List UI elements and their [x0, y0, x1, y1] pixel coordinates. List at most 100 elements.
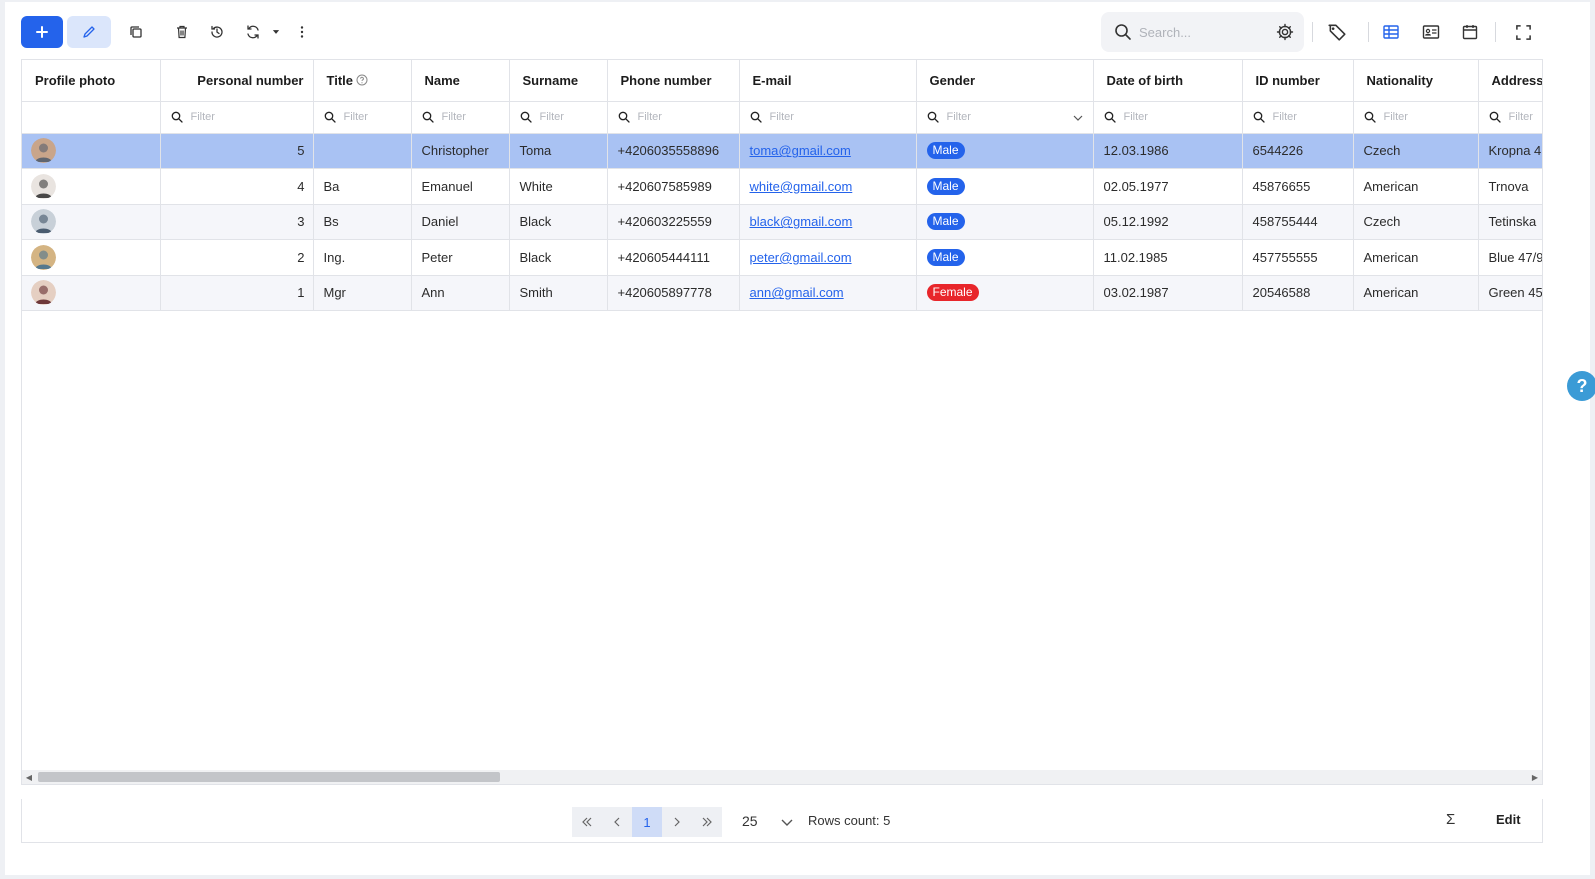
next-page-button[interactable]: [662, 807, 692, 837]
copy-button[interactable]: [122, 16, 150, 48]
column-filter-input[interactable]: [539, 111, 606, 123]
column-header-profile-photo[interactable]: Profile photo: [22, 60, 161, 102]
column-header-phone-number[interactable]: Phone number: [607, 60, 740, 102]
cell-id-number[interactable]: 6544226: [1242, 133, 1354, 169]
cell-name[interactable]: Peter: [411, 239, 510, 276]
column-filter-input[interactable]: [190, 111, 312, 123]
cell-gender[interactable]: Male: [916, 168, 1094, 205]
cell-date-of-birth[interactable]: 03.02.1987: [1093, 275, 1243, 311]
column-header-address[interactable]: Address: [1478, 60, 1542, 102]
edit-button[interactable]: [67, 16, 111, 48]
page-button-current[interactable]: 1: [632, 807, 662, 837]
cell-id-number[interactable]: 458755444: [1242, 204, 1354, 240]
delete-button[interactable]: [168, 16, 196, 48]
email-link[interactable]: ann@gmail.com: [750, 285, 844, 300]
cell-address[interactable]: Green 45: [1478, 275, 1542, 311]
scroll-left-icon[interactable]: ◀: [22, 770, 36, 784]
cell-surname[interactable]: Smith: [509, 275, 608, 311]
cell-phone[interactable]: +4206035558896: [607, 133, 740, 169]
cell-personal-number[interactable]: 3: [160, 204, 314, 240]
cell-address[interactable]: Blue 47/9: [1478, 239, 1542, 276]
cell-phone[interactable]: +420605897778: [607, 275, 740, 311]
cell-name[interactable]: Daniel: [411, 204, 510, 240]
column-header-id-number[interactable]: ID number: [1242, 60, 1354, 102]
fullscreen-button[interactable]: [1509, 16, 1537, 48]
scroll-right-icon[interactable]: ▶: [1528, 770, 1542, 784]
column-filter-input[interactable]: [769, 111, 915, 123]
cell-title[interactable]: Mgr: [313, 275, 412, 311]
cell-gender[interactable]: Female: [916, 275, 1094, 311]
cell-address[interactable]: Trnova: [1478, 168, 1542, 205]
scrollbar-thumb[interactable]: [38, 772, 500, 782]
cell-surname[interactable]: Toma: [509, 133, 608, 169]
cell-personal-number[interactable]: 4: [160, 168, 314, 205]
table-row[interactable]: 4 Ba Emanuel White +420607585989 white@gmail.…: [22, 168, 1542, 205]
tags-button[interactable]: [1323, 16, 1351, 48]
cell-gender[interactable]: Male: [916, 133, 1094, 169]
calendar-view-button[interactable]: [1456, 16, 1484, 48]
cell-id-number[interactable]: 45876655: [1242, 168, 1354, 205]
cell-personal-number[interactable]: 5: [160, 133, 314, 169]
column-header-personal-number[interactable]: Personal number: [160, 60, 314, 102]
column-header-name[interactable]: Name: [411, 60, 510, 102]
column-header-date-of-birth[interactable]: Date of birth: [1093, 60, 1243, 102]
more-button[interactable]: [290, 16, 314, 48]
column-header-surname[interactable]: Surname: [509, 60, 608, 102]
cell-id-number[interactable]: 20546588: [1242, 275, 1354, 311]
table-row[interactable]: 5 Christopher Toma +4206035558896 toma@gmail…: [22, 133, 1542, 169]
previous-page-button[interactable]: [602, 807, 632, 837]
cell-personal-number[interactable]: 2: [160, 239, 314, 276]
first-page-button[interactable]: [572, 807, 602, 837]
gear-icon[interactable]: [1276, 23, 1294, 41]
cell-date-of-birth[interactable]: 05.12.1992: [1093, 204, 1243, 240]
email-link[interactable]: peter@gmail.com: [750, 250, 852, 265]
cell-name[interactable]: Christopher: [411, 133, 510, 169]
cell-title[interactable]: Ing.: [313, 239, 412, 276]
cell-personal-number[interactable]: 1: [160, 275, 314, 311]
column-filter-input[interactable]: [1383, 111, 1477, 123]
table-row[interactable]: 2 Ing. Peter Black +420605444111 peter@gmail.…: [22, 239, 1542, 276]
column-filter-input[interactable]: [343, 111, 410, 123]
cell-title[interactable]: [313, 133, 412, 169]
cell-name[interactable]: Emanuel: [411, 168, 510, 205]
refresh-menu-button[interactable]: [264, 16, 288, 48]
chevron-down-icon[interactable]: [780, 815, 794, 829]
last-page-button[interactable]: [692, 807, 722, 837]
column-header-nationality[interactable]: Nationality: [1353, 60, 1479, 102]
cell-gender[interactable]: Male: [916, 204, 1094, 240]
card-view-button[interactable]: [1417, 16, 1445, 48]
cell-phone[interactable]: +420607585989: [607, 168, 740, 205]
column-filter-input[interactable]: [441, 111, 508, 123]
cell-phone[interactable]: +420605444111: [607, 239, 740, 276]
table-row[interactable]: 1 Mgr Ann Smith +420605897778 ann@gmail.com Fe…: [22, 275, 1542, 311]
cell-nationality[interactable]: American: [1353, 275, 1479, 311]
column-filter-input[interactable]: [1508, 111, 1542, 123]
cell-nationality[interactable]: American: [1353, 239, 1479, 276]
cell-address[interactable]: Tetinska: [1478, 204, 1542, 240]
email-link[interactable]: white@gmail.com: [750, 179, 853, 194]
cell-nationality[interactable]: Czech: [1353, 133, 1479, 169]
cell-date-of-birth[interactable]: 02.05.1977: [1093, 168, 1243, 205]
column-filter-input[interactable]: [637, 111, 738, 123]
help-button[interactable]: ?: [1567, 371, 1595, 401]
search-input[interactable]: [1139, 20, 1269, 44]
cell-surname[interactable]: White: [509, 168, 608, 205]
cell-address[interactable]: Kropna 4: [1478, 133, 1542, 169]
cell-phone[interactable]: +420603225559: [607, 204, 740, 240]
email-link[interactable]: toma@gmail.com: [750, 143, 851, 158]
footer-edit-button[interactable]: Edit: [1496, 812, 1521, 827]
help-circle-icon[interactable]: [356, 74, 368, 86]
cell-name[interactable]: Ann: [411, 275, 510, 311]
history-button[interactable]: [203, 16, 231, 48]
cell-surname[interactable]: Black: [509, 204, 608, 240]
horizontal-scrollbar[interactable]: ◀ ▶: [22, 770, 1542, 784]
table-row[interactable]: 3 Bs Daniel Black +420603225559 black@gmail.c…: [22, 204, 1542, 240]
cell-id-number[interactable]: 457755555: [1242, 239, 1354, 276]
email-link[interactable]: black@gmail.com: [750, 214, 853, 229]
column-header-email[interactable]: E-mail: [739, 60, 917, 102]
column-header-title[interactable]: Title: [313, 60, 412, 102]
cell-nationality[interactable]: American: [1353, 168, 1479, 205]
add-button[interactable]: [21, 16, 63, 48]
chevron-down-icon[interactable]: [1072, 112, 1084, 124]
refresh-button[interactable]: [239, 16, 267, 48]
